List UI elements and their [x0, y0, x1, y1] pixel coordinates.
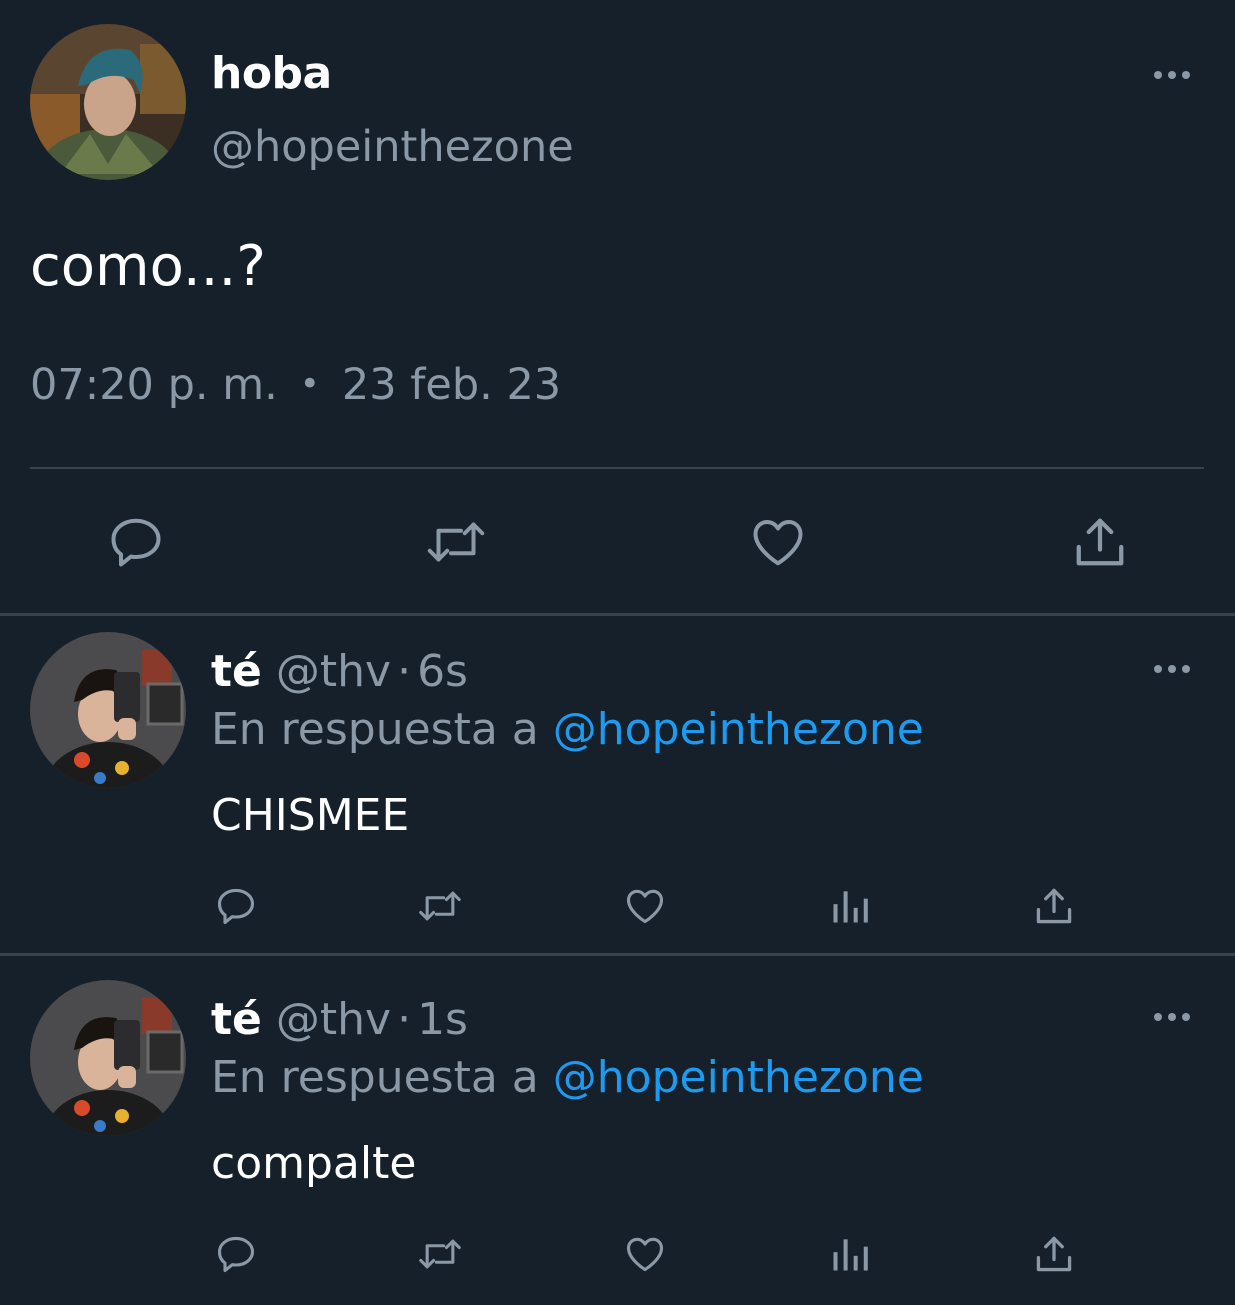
display-name[interactable]: hoba [211, 48, 332, 99]
user-handle[interactable]: @hopeinthezone [211, 122, 574, 172]
main-tweet: hoba @hopeinthezone como...? 07:20 p. m.… [0, 0, 1235, 614]
reply-icon[interactable] [214, 1232, 258, 1276]
more-icon[interactable] [1150, 1007, 1194, 1027]
meta-separator: · [397, 646, 412, 697]
share-icon[interactable] [1032, 1232, 1076, 1276]
tweet-timestamp: 07:20 p. m. • 23 feb. 23 [30, 360, 561, 410]
avatar[interactable] [30, 24, 186, 180]
reply-prefix: En respuesta a [211, 704, 539, 755]
retweet-icon[interactable] [414, 884, 466, 928]
like-icon[interactable] [622, 1232, 668, 1276]
like-icon[interactable] [747, 512, 809, 572]
reply-tweet[interactable]: té @thv · 1s En respuesta a @hopeinthezone… [0, 956, 1235, 1305]
tweet-time: 07:20 p. m. [30, 360, 278, 410]
share-icon[interactable] [1032, 884, 1076, 928]
reply-context: En respuesta a @hopeinthezone [211, 1052, 924, 1103]
user-handle[interactable]: @thv [276, 646, 391, 697]
share-icon[interactable] [1070, 512, 1130, 572]
tweet-thread: hoba @hopeinthezone como...? 07:20 p. m.… [0, 0, 1235, 1305]
tweet-date[interactable]: 23 feb. 23 [342, 360, 561, 410]
reply-context: En respuesta a @hopeinthezone [211, 704, 924, 755]
reply-header: té @thv · 6s [211, 646, 468, 697]
user-handle[interactable]: @thv [276, 994, 391, 1045]
avatar[interactable] [30, 980, 186, 1136]
tweet-text: compalte [211, 1138, 417, 1189]
mention-link[interactable]: @hopeinthezone [553, 1052, 924, 1103]
meta-separator: · [397, 994, 412, 1045]
display-name[interactable]: té [211, 646, 262, 697]
reply-icon[interactable] [106, 512, 166, 572]
meta-separator: • [299, 364, 320, 404]
more-icon[interactable] [1150, 65, 1194, 85]
retweet-icon[interactable] [414, 1232, 466, 1276]
divider [30, 467, 1204, 469]
avatar[interactable] [30, 632, 186, 788]
tweet-age[interactable]: 6s [417, 646, 468, 697]
display-name[interactable]: té [211, 994, 262, 1045]
like-icon[interactable] [622, 884, 668, 928]
tweet-text: como...? [30, 234, 267, 299]
retweet-icon[interactable] [423, 512, 489, 572]
tweet-age[interactable]: 1s [417, 994, 468, 1045]
more-icon[interactable] [1150, 659, 1194, 679]
reply-icon[interactable] [214, 884, 258, 928]
views-icon[interactable] [828, 1232, 872, 1276]
reply-header: té @thv · 1s [211, 994, 468, 1045]
tweet-text: CHISMEE [211, 790, 410, 841]
views-icon[interactable] [828, 884, 872, 928]
reply-tweet[interactable]: té @thv · 6s En respuesta a @hopeinthezone… [0, 616, 1235, 954]
mention-link[interactable]: @hopeinthezone [553, 704, 924, 755]
reply-prefix: En respuesta a [211, 1052, 539, 1103]
